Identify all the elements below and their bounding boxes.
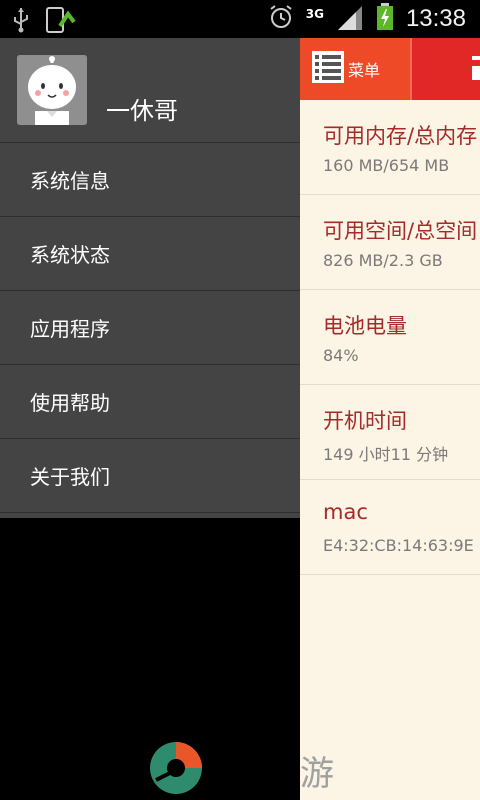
avatar: [17, 55, 87, 125]
drawer-item-label: 系统信息: [30, 169, 110, 193]
toolbar-divider: [410, 38, 412, 100]
usb-icon: [12, 7, 30, 37]
drawer-item-applications[interactable]: 应用程序: [0, 291, 300, 365]
info-title: mac: [323, 500, 368, 524]
drawer-item-label: 系统状态: [30, 243, 110, 267]
signal-icon: [336, 4, 364, 34]
info-row-mac[interactable]: mac E4:32:CB:14:63:9E: [300, 480, 480, 575]
watermark-logo-icon: [148, 740, 204, 800]
info-value: 149 小时11 分钟: [323, 445, 449, 464]
info-title: 电池电量: [323, 314, 407, 338]
info-value: 826 MB/2.3 GB: [323, 251, 443, 270]
battery-charging-icon: [376, 3, 394, 35]
navigation-drawer: 一休哥 系统信息 系统状态 应用程序 使用帮助 关于我们: [0, 38, 300, 518]
drawer-item-label: 关于我们: [30, 465, 110, 489]
info-title: 开机时间: [323, 409, 407, 433]
drawer-item-about[interactable]: 关于我们: [0, 439, 300, 513]
info-title: 可用内存/总内存: [323, 124, 478, 148]
username: 一休哥: [106, 97, 178, 125]
info-row-uptime[interactable]: 开机时间 149 小时11 分钟: [300, 385, 480, 480]
info-row-memory[interactable]: 可用内存/总内存 160 MB/654 MB: [300, 100, 480, 195]
drawer-item-system-status[interactable]: 系统状态: [0, 217, 300, 291]
info-value: E4:32:CB:14:63:9E: [323, 536, 474, 555]
alarm-icon: [268, 4, 294, 34]
watermark-text: 游: [300, 754, 334, 794]
menu-button[interactable]: 菜单: [300, 38, 410, 100]
status-bar: 3G 13:38: [0, 0, 480, 38]
drawer-item-label: 使用帮助: [30, 391, 110, 415]
info-value: 160 MB/654 MB: [323, 156, 450, 175]
drawer-item-label: 应用程序: [30, 317, 110, 341]
menu-button-label: 菜单: [348, 61, 381, 80]
download-icon: [46, 6, 76, 38]
toolbar: 菜单: [300, 38, 480, 100]
main-content: 菜单 可用内存/总内存 160 MB/654 MB 可用空间/总空间 826 M…: [300, 38, 480, 800]
toolbar-title-fragment-icon: [470, 52, 480, 90]
info-title: 可用空间/总空间: [323, 219, 478, 243]
info-row-battery[interactable]: 电池电量 84%: [300, 290, 480, 385]
info-row-storage[interactable]: 可用空间/总空间 826 MB/2.3 GB: [300, 195, 480, 290]
network-type: 3G: [305, 7, 324, 21]
clock: 13:38: [405, 5, 466, 32]
profile-header[interactable]: 一休哥: [0, 38, 300, 143]
drawer-item-system-info[interactable]: 系统信息: [0, 143, 300, 217]
info-value: 84%: [323, 346, 359, 365]
list-menu-icon: [312, 51, 344, 87]
drawer-item-help[interactable]: 使用帮助: [0, 365, 300, 439]
